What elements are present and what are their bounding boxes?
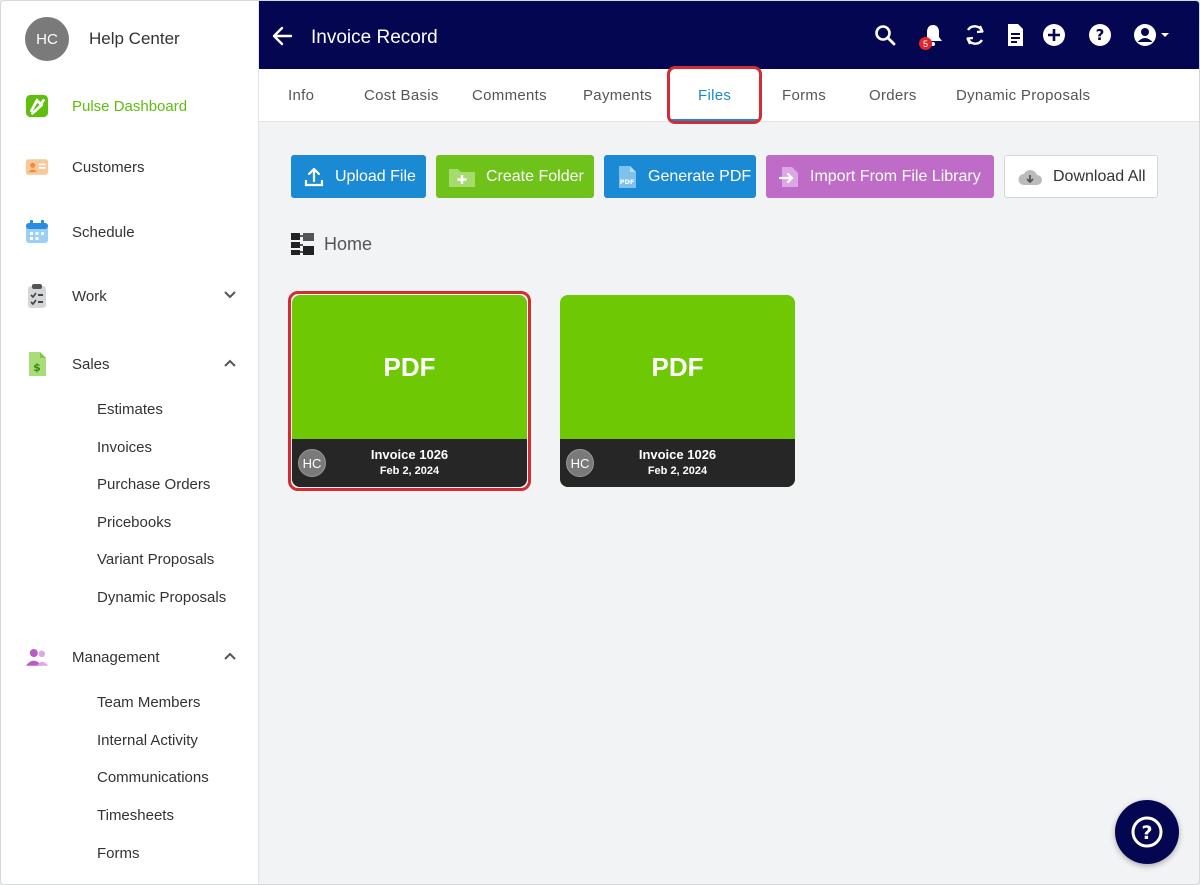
sidebar-subitem-variant-proposals[interactable]: Variant Proposals bbox=[97, 551, 214, 568]
svg-text:PDF: PDF bbox=[620, 178, 635, 186]
sidebar-item-management[interactable]: Management bbox=[25, 641, 241, 673]
sidebar-item-customers[interactable]: Customers bbox=[25, 151, 241, 183]
help-icon[interactable]: ? bbox=[1088, 23, 1112, 47]
notification-badge: 5 bbox=[919, 37, 932, 50]
tab-bar: Info Cost Basis Comments Payments Files … bbox=[259, 66, 1199, 124]
tab-payments[interactable]: Payments bbox=[583, 87, 652, 104]
svg-text:$: $ bbox=[33, 361, 41, 374]
sidebar-item-work[interactable]: Work bbox=[25, 280, 241, 312]
back-arrow-icon[interactable] bbox=[271, 25, 293, 47]
sidebar-header: HC Help Center bbox=[25, 17, 180, 61]
chevron-down-icon[interactable] bbox=[223, 288, 237, 302]
import-from-file-library-button[interactable]: Import From File Library bbox=[766, 155, 994, 198]
sidebar-item-label: Schedule bbox=[72, 223, 135, 241]
sidebar-subitem-timesheets[interactable]: Timesheets bbox=[97, 807, 174, 824]
sidebar-subitem-invoices[interactable]: Invoices bbox=[97, 439, 152, 456]
generate-pdf-label: Generate PDF bbox=[648, 167, 752, 185]
sidebar-subitem-internal-activity[interactable]: Internal Activity bbox=[97, 732, 198, 749]
file-card-footer: HC Invoice 1026 Feb 2, 2024 bbox=[560, 439, 795, 487]
file-name: Invoice 1026 bbox=[638, 447, 717, 462]
file-card[interactable]: PDF HC Invoice 1026 Feb 2, 2024 bbox=[560, 295, 795, 487]
download-all-label: Download All bbox=[1053, 167, 1146, 185]
generate-pdf-button[interactable]: PDF Generate PDF bbox=[604, 155, 756, 198]
sidebar-subitem-communications[interactable]: Communications bbox=[97, 769, 209, 786]
help-chat-button[interactable]: ? bbox=[1115, 800, 1179, 864]
search-icon[interactable] bbox=[873, 23, 897, 47]
sidebar-item-label: Pulse Dashboard bbox=[72, 97, 188, 115]
sidebar-subitem-pricebooks[interactable]: Pricebooks bbox=[97, 514, 171, 531]
sidebar-item-label: Customers bbox=[72, 158, 145, 176]
tab-info[interactable]: Info bbox=[288, 87, 314, 104]
customer-card-icon bbox=[25, 155, 49, 179]
create-folder-label: Create Folder bbox=[486, 167, 584, 185]
tab-dynamic-proposals[interactable]: Dynamic Proposals bbox=[956, 87, 1090, 104]
breadcrumb-home[interactable]: Home bbox=[324, 234, 372, 255]
sidebar-subitem-purchase-orders[interactable]: Purchase Orders bbox=[97, 476, 210, 493]
chevron-up-icon[interactable] bbox=[223, 356, 237, 370]
account-menu-icon[interactable] bbox=[1133, 23, 1173, 47]
sidebar-subitem-forms[interactable]: Forms bbox=[97, 845, 140, 862]
folder-tree-icon bbox=[291, 233, 314, 255]
chevron-up-icon[interactable] bbox=[223, 649, 237, 663]
cloud-download-icon bbox=[1017, 166, 1043, 188]
sidebar-item-pulse-dashboard[interactable]: Pulse Dashboard bbox=[25, 90, 241, 122]
pulse-logo-icon bbox=[25, 94, 49, 118]
upload-file-label: Upload File bbox=[335, 167, 416, 185]
sidebar-item-label: Sales bbox=[72, 355, 110, 373]
download-all-button[interactable]: Download All bbox=[1004, 155, 1158, 198]
tab-orders[interactable]: Orders bbox=[869, 87, 917, 104]
document-icon[interactable] bbox=[1003, 23, 1027, 47]
sidebar-item-sales[interactable]: $ Sales bbox=[25, 348, 241, 380]
upload-icon bbox=[303, 166, 325, 188]
help-circle-icon: ? bbox=[1131, 816, 1163, 848]
svg-text:?: ? bbox=[1141, 822, 1152, 844]
sidebar-title: Help Center bbox=[89, 29, 180, 48]
tab-comments[interactable]: Comments bbox=[472, 87, 547, 104]
people-icon bbox=[25, 645, 49, 669]
create-folder-button[interactable]: Create Folder bbox=[436, 155, 594, 198]
sidebar-subitem-team-members[interactable]: Team Members bbox=[97, 694, 200, 711]
sidebar-subitem-dynamic-proposals[interactable]: Dynamic Proposals bbox=[97, 589, 226, 606]
upload-file-button[interactable]: Upload File bbox=[291, 155, 426, 198]
folder-add-icon bbox=[448, 166, 476, 188]
breadcrumb: Home bbox=[291, 233, 372, 255]
highlight-outline bbox=[288, 291, 531, 491]
dollar-document-icon: $ bbox=[25, 352, 49, 376]
sidebar-subitem-estimates[interactable]: Estimates bbox=[97, 401, 163, 418]
app-window: HC Help Center Pulse Dashboard Customers… bbox=[0, 0, 1200, 885]
clipboard-icon bbox=[25, 284, 49, 308]
file-type-label: PDF bbox=[651, 351, 704, 382]
top-bar: Invoice Record 5 ? bbox=[259, 1, 1199, 69]
calendar-icon bbox=[25, 220, 49, 244]
tab-forms[interactable]: Forms bbox=[782, 87, 826, 104]
page-title: Invoice Record bbox=[311, 27, 438, 48]
import-from-file-library-label: Import From File Library bbox=[810, 167, 981, 185]
highlight-outline bbox=[667, 66, 762, 124]
import-file-icon bbox=[778, 166, 800, 188]
tab-cost-basis[interactable]: Cost Basis bbox=[364, 87, 439, 104]
sidebar-item-label: Management bbox=[72, 648, 160, 666]
file-date: Feb 2, 2024 bbox=[647, 465, 708, 477]
sidebar-item-schedule[interactable]: Schedule bbox=[25, 216, 241, 248]
avatar: HC bbox=[566, 449, 594, 477]
pdf-file-icon: PDF bbox=[616, 165, 638, 188]
add-circle-icon[interactable] bbox=[1042, 23, 1066, 47]
refresh-icon[interactable] bbox=[963, 23, 987, 47]
svg-text:?: ? bbox=[1096, 26, 1105, 44]
sidebar: HC Help Center Pulse Dashboard Customers… bbox=[1, 1, 259, 884]
sidebar-item-label: Work bbox=[72, 287, 107, 305]
user-avatar[interactable]: HC bbox=[25, 17, 69, 61]
